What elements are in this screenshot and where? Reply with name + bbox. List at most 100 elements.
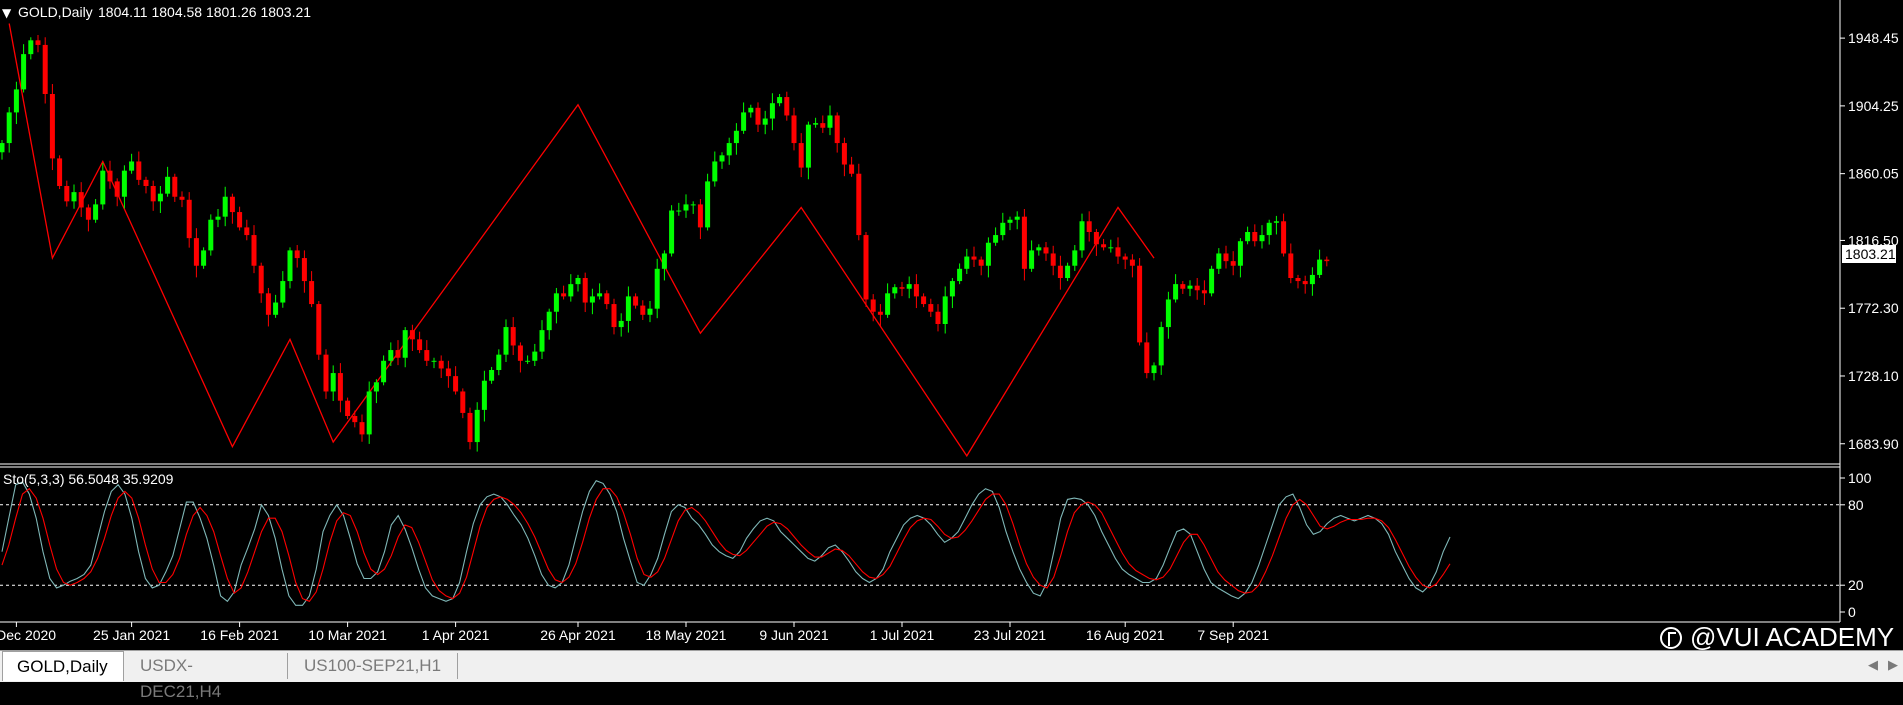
candle-body	[121, 170, 127, 197]
candle-body	[575, 278, 581, 285]
candle-body	[1209, 268, 1215, 294]
chart-tab-bar: GOLD,Daily USDX-DEC21,H4 US100-SEP21,H1 …	[0, 650, 1903, 701]
candle-body	[633, 296, 639, 306]
candle-body	[1194, 285, 1200, 291]
candle-body	[899, 287, 905, 289]
candle-body	[892, 287, 898, 294]
candle-body	[971, 256, 977, 260]
candle-body	[510, 327, 516, 346]
candle-body	[1144, 342, 1150, 374]
candle-body	[1288, 253, 1294, 278]
scroll-left-icon[interactable]: ◀	[1868, 658, 1878, 673]
candle-body	[381, 360, 387, 383]
candle-body	[949, 281, 955, 297]
tab-usdx-dec21-h4[interactable]: USDX-DEC21,H4	[126, 653, 288, 701]
candle-body	[921, 296, 927, 305]
candle-body	[1029, 250, 1035, 269]
candle-body	[791, 115, 797, 144]
candle-body	[1137, 265, 1143, 343]
candle-body	[769, 103, 775, 119]
indicator-header: Sto(5,3,3) 56.5048 35.9209	[3, 471, 174, 487]
time-tick-label: 7 Sep 2021	[1197, 627, 1269, 643]
candle-body	[193, 238, 199, 266]
candle-body	[93, 204, 99, 220]
candle-body	[1093, 232, 1099, 245]
candle-body	[1273, 221, 1279, 223]
candle-body	[179, 196, 185, 200]
tab-gold-daily[interactable]: GOLD,Daily	[2, 651, 124, 681]
candle-body	[409, 330, 415, 340]
candle-body	[1007, 219, 1013, 223]
candle-body	[1021, 216, 1027, 269]
candle-body	[301, 258, 307, 282]
candle-body	[647, 308, 653, 315]
candle-body	[280, 281, 286, 303]
candle-body	[1180, 284, 1186, 289]
candle-body	[762, 118, 768, 125]
candle-body	[251, 235, 257, 266]
candle-body	[496, 354, 502, 370]
candle-body	[265, 293, 271, 315]
candle-body	[1187, 285, 1193, 289]
candle-body	[906, 284, 912, 289]
candle-body	[1245, 232, 1251, 242]
candle-body	[1259, 235, 1265, 242]
candle-body	[474, 409, 480, 443]
candle-body	[877, 311, 883, 315]
candle-body	[388, 350, 394, 361]
candle-body	[625, 296, 631, 321]
candle-body	[1115, 247, 1121, 257]
candle-body	[165, 176, 171, 194]
watermark-text: @VUI ACADEMY	[1690, 622, 1895, 652]
candle-body	[568, 284, 574, 297]
candle-body	[1317, 259, 1323, 275]
candle-body	[1079, 221, 1085, 251]
watermark: @VUI ACADEMY	[1660, 622, 1894, 653]
candle-body	[748, 107, 754, 113]
candle-body	[1122, 256, 1128, 260]
chart-header: ▼ GOLD,Daily 1804.11 1804.58 1801.26 180…	[2, 4, 311, 20]
candle-body	[1216, 253, 1222, 269]
chart-background	[0, 0, 1903, 650]
price-tick-label: 1683.90	[1848, 436, 1899, 452]
candle-body	[215, 216, 221, 220]
candle-body	[359, 422, 365, 435]
candle-body	[258, 265, 264, 294]
candle-body	[964, 256, 970, 269]
candle-body	[640, 305, 646, 315]
candle-body	[697, 204, 703, 228]
candle-body	[222, 196, 228, 217]
candle-body	[71, 192, 77, 202]
candle-body	[467, 412, 473, 443]
candle-body	[489, 370, 495, 381]
candle-body	[1309, 274, 1315, 285]
price-tick-label: 1772.30	[1848, 300, 1899, 316]
price-tick-label: 1860.05	[1848, 166, 1899, 182]
candle-body	[1173, 284, 1179, 300]
candle-body	[35, 40, 41, 45]
candle-body	[705, 181, 711, 228]
candle-body	[0, 143, 5, 153]
candle-body	[1065, 265, 1071, 278]
candle-body	[229, 196, 235, 213]
candle-body	[323, 354, 329, 392]
tab-us100-sep21-h1[interactable]: US100-SEP21,H1	[290, 653, 458, 679]
candle-body	[611, 304, 617, 328]
candle-body	[49, 94, 55, 159]
dropdown-marker-icon[interactable]: ▼	[2, 6, 12, 20]
candle-body	[1295, 278, 1301, 282]
candle-body	[64, 186, 70, 202]
time-tick-label: 1 Jul 2021	[870, 627, 935, 643]
candle-body	[114, 181, 120, 197]
candle-body	[525, 360, 531, 362]
candle-body	[798, 143, 804, 168]
candle-body	[1201, 290, 1207, 294]
candle-body	[539, 330, 545, 352]
current-price-tag: 1803.21	[1842, 245, 1896, 263]
candle-body	[827, 115, 833, 128]
scroll-right-icon[interactable]: ▶	[1888, 658, 1898, 673]
candle-body	[755, 107, 761, 125]
candle-body	[1036, 247, 1042, 251]
stochastic-tick-label: 100	[1848, 470, 1872, 486]
chart-canvas: 1948.451904.251860.051816.501772.301728.…	[0, 0, 1903, 650]
